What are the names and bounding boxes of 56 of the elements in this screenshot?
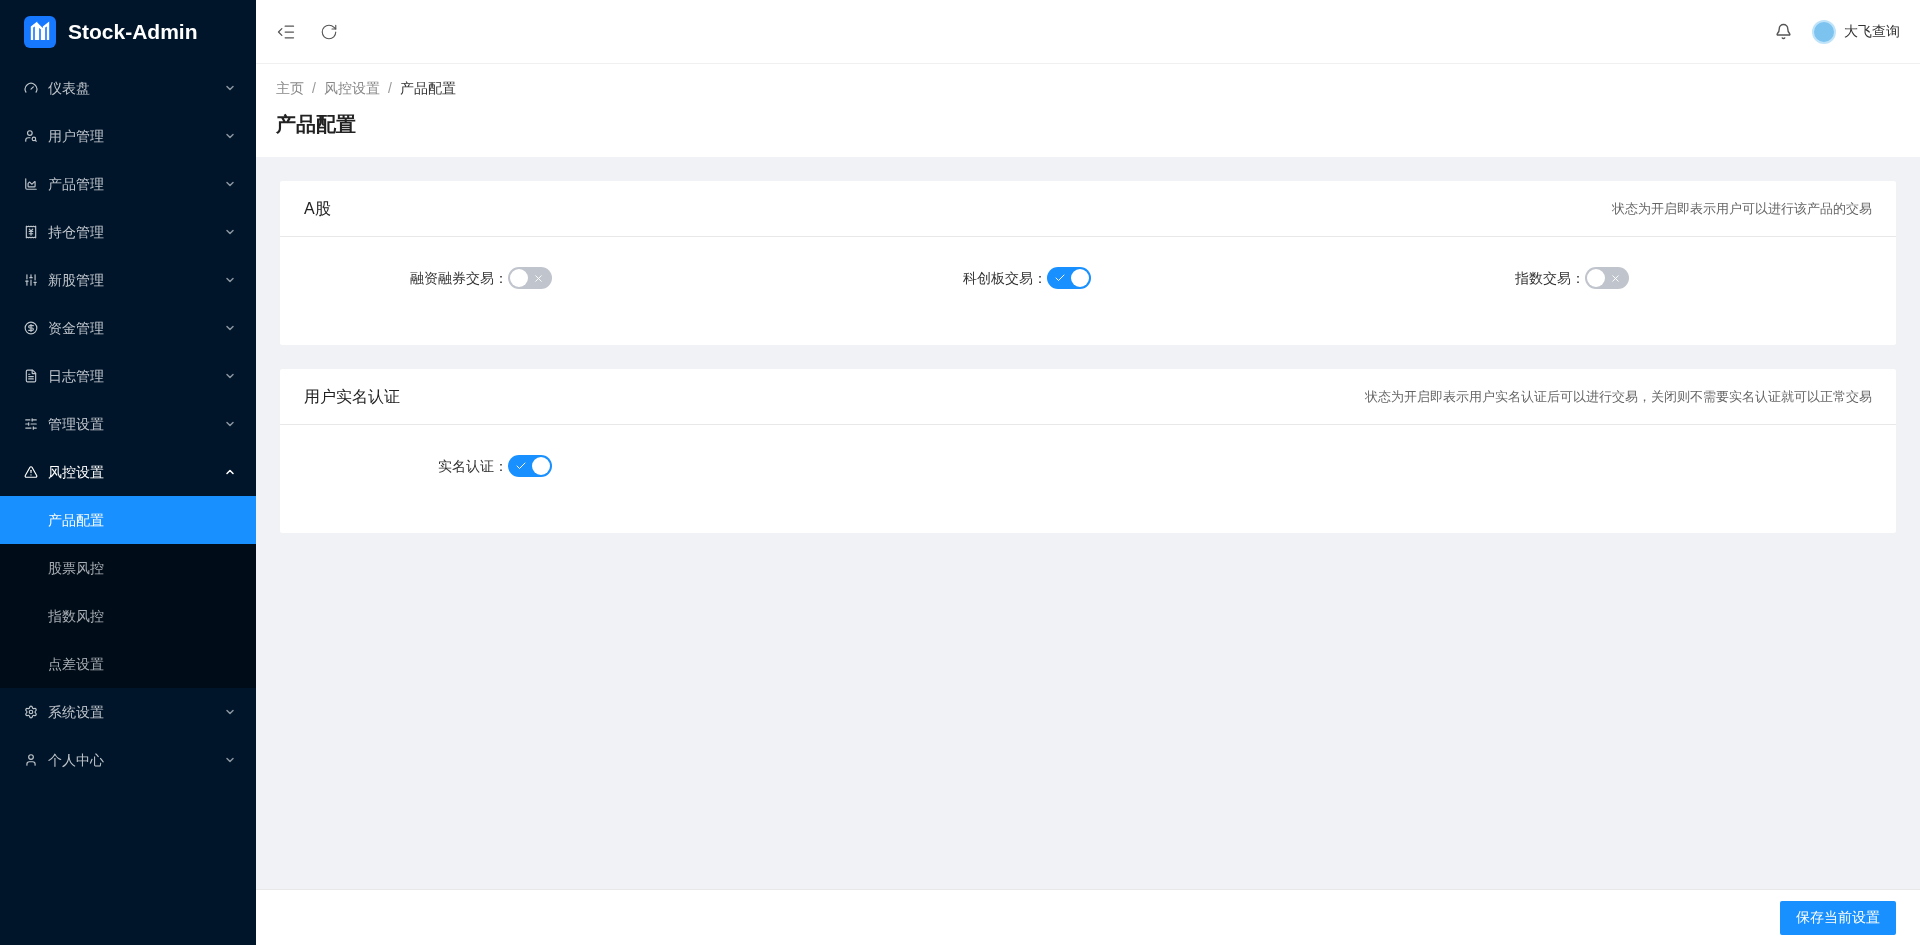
user-name[interactable]: 大飞查询: [1844, 21, 1900, 42]
settings-icon: [24, 705, 38, 719]
switch-knob: [1587, 269, 1606, 287]
sliders-icon: [24, 273, 38, 287]
card-note: 状态为开启即表示用户可以进行该产品的交易: [1612, 199, 1872, 218]
toggle-switch[interactable]: [508, 267, 552, 289]
breadcrumb-separator: /: [312, 79, 316, 98]
breadcrumb-link[interactable]: 主页: [276, 78, 304, 99]
submenu-item[interactable]: 点差设置: [0, 640, 256, 688]
warning-icon: [24, 465, 38, 479]
toggle-switch[interactable]: [1046, 267, 1091, 289]
refresh-icon[interactable]: [320, 22, 338, 41]
check-icon: [1053, 272, 1066, 284]
submenu-item[interactable]: 股票风控: [0, 544, 256, 592]
document-icon: [24, 369, 38, 383]
sidebar-item[interactable]: 仪表盘: [0, 64, 256, 112]
sidebar-item[interactable]: 持仓管理: [0, 208, 256, 256]
sidebar-item[interactable]: 系统设置: [0, 688, 256, 736]
submenu-item[interactable]: 指数风控: [0, 592, 256, 640]
switch-label: 指数交易：: [1514, 268, 1586, 288]
logo-icon: [24, 16, 56, 48]
notification-bell-icon[interactable]: [1775, 23, 1792, 40]
close-icon: [533, 272, 544, 284]
breadcrumb-separator: /: [387, 79, 392, 98]
breadcrumb-link[interactable]: 风控设置: [323, 78, 380, 99]
card-title: A股: [304, 198, 331, 219]
dollar-coin-icon: [24, 321, 38, 335]
sidebar-item[interactable]: 风控设置: [0, 448, 256, 496]
close-icon: [1610, 272, 1622, 284]
switch-label: 融资融券交易：: [409, 268, 508, 288]
avatar[interactable]: [1812, 19, 1836, 44]
receipt-icon: [24, 225, 38, 239]
switch-label: 实名认证：: [437, 456, 508, 476]
user-search-icon: [24, 129, 38, 143]
user-icon: [24, 753, 38, 767]
toggle-switch[interactable]: [508, 455, 552, 477]
check-icon: [515, 460, 527, 472]
area-chart-icon: [24, 177, 38, 191]
sidebar-item[interactable]: 新股管理: [0, 256, 256, 304]
card-title: 用户实名认证: [304, 386, 400, 407]
switch-knob: [532, 457, 550, 475]
switch-knob: [510, 269, 528, 287]
page-title: 产品配置: [276, 112, 357, 137]
sidebar-item[interactable]: 管理设置: [0, 400, 256, 448]
card-note: 状态为开启即表示用户实名认证后可以进行交易，关闭则不需要实名认证就可以正常交易: [1365, 387, 1872, 406]
sidebar-item[interactable]: 资金管理: [0, 304, 256, 352]
sidebar-item[interactable]: 产品管理: [0, 160, 256, 208]
switch-knob: [1070, 269, 1089, 287]
brand-name: Stock-Admin: [68, 19, 198, 46]
gauge-icon: [24, 81, 38, 95]
sidebar-item[interactable]: 日志管理: [0, 352, 256, 400]
sliders-icon: [24, 417, 38, 431]
sidebar-item[interactable]: 用户管理: [0, 112, 256, 160]
sidebar-item[interactable]: 个人中心: [0, 736, 256, 784]
switch-label: 科创板交易：: [961, 268, 1047, 288]
toggle-switch[interactable]: [1585, 267, 1630, 289]
